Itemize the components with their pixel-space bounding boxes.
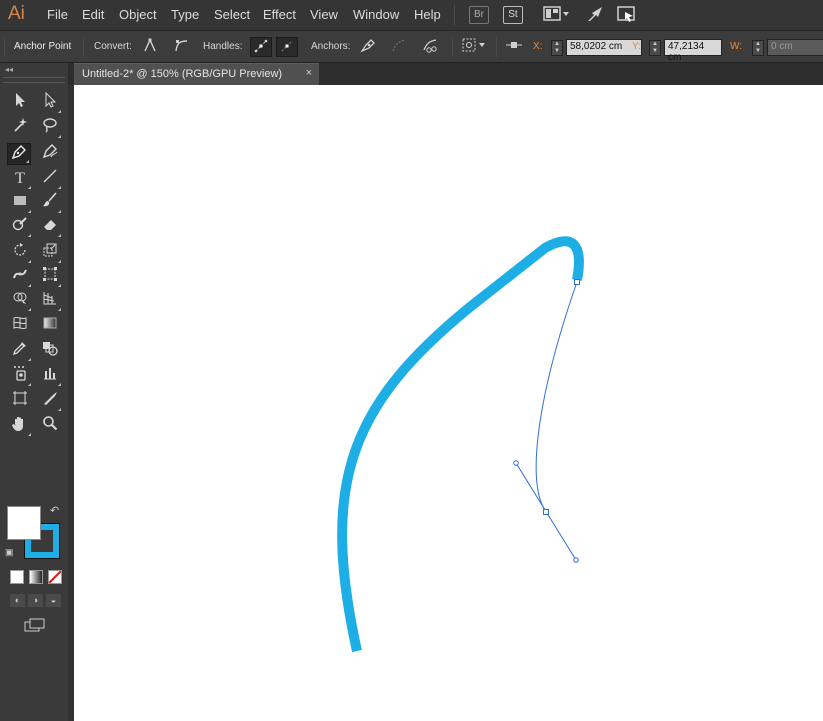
convert-to-smooth-icon[interactable] [170,37,192,57]
swap-fill-stroke-icon[interactable]: ↶ [50,504,59,517]
show-selected-anchors-icon[interactable] [357,37,379,57]
w-label: W: [730,41,743,52]
eyedropper-tool-icon[interactable] [8,340,32,362]
magic-wand-tool-icon[interactable] [8,117,32,139]
zoom-tool-icon[interactable] [38,415,62,437]
selected-path-segment [535,281,578,513]
menu-separator [454,5,455,25]
hand-tool-icon[interactable] [8,415,32,437]
mesh-tool-icon[interactable] [8,315,32,337]
stock-button[interactable]: St [503,6,523,24]
artwork [337,236,584,653]
menu-window[interactable]: Window [353,7,399,22]
menu-object[interactable]: Object [119,7,157,22]
menu-select[interactable]: Select [214,7,250,22]
x-stepper[interactable]: ▲ ▼ [551,40,563,56]
control-separator [452,37,453,57]
lasso-tool-icon[interactable] [38,117,62,139]
y-label: Y: [632,41,641,52]
handles-label: Handles: [203,41,243,52]
handle-point-out [573,557,579,563]
eraser-tool-icon[interactable] [38,216,62,238]
rocket-icon[interactable] [586,5,606,27]
w-stepper[interactable]: ▲ ▼ [752,40,764,56]
anchor-point-top [574,279,580,285]
arrange-documents-icon[interactable] [617,5,639,27]
draw-inside-icon[interactable]: ◒ [46,594,61,607]
panel-grip[interactable] [3,77,65,83]
anchor-point-selected [543,509,549,515]
anchors-label: Anchors: [311,41,351,52]
artboard-canvas[interactable] [74,85,823,721]
control-bar: Anchor Point Convert: Handles: Anchors: … [0,31,823,63]
convert-label: Convert: [94,41,132,52]
perspective-grid-tool-icon[interactable] [38,290,62,312]
menu-view[interactable]: View [310,7,338,22]
y-coordinate-field[interactable]: 47,2134 cm [664,39,722,63]
curvature-tool-icon[interactable] [38,143,62,165]
draw-normal-icon[interactable]: ◐ [10,594,25,607]
artboard-tool-icon[interactable] [8,390,32,412]
x-label: X: [533,41,543,52]
menu-type[interactable]: Type [171,7,199,22]
y-stepper[interactable]: ▲ ▼ [649,40,661,56]
cut-path-icon[interactable] [419,37,441,57]
convert-to-corner-icon[interactable] [139,37,161,57]
fill-swatch[interactable] [7,506,41,540]
app-logo: Ai [8,3,25,24]
menu-effect[interactable]: Effect [263,7,296,22]
color-mode-button[interactable] [10,570,24,584]
selection-type-label: Anchor Point [14,41,72,52]
rotate-tool-icon[interactable] [8,242,32,264]
symbol-sprayer-tool-icon[interactable] [8,365,32,387]
rectangle-tool-icon[interactable] [8,192,32,214]
menu-bar: Ai File Edit Object Type Select Effect V… [0,0,823,31]
document-tab-strip: Untitled-2* @ 150% (RGB/GPU Preview) × [0,63,823,85]
menu-file[interactable]: File [47,7,68,22]
line-segment-tool-icon[interactable] [38,168,62,190]
handle-point-in [513,460,519,466]
control-separator [496,37,497,57]
draw-behind-icon[interactable]: ◑ [28,594,43,607]
pen-tool-icon[interactable] [7,143,31,165]
show-handles-icon[interactable] [250,37,272,57]
remove-anchors-icon[interactable] [388,37,410,57]
collapse-panel-icon[interactable]: ◂◂ [5,65,13,74]
slice-tool-icon[interactable] [38,390,62,412]
width-tool-icon[interactable] [8,266,32,288]
free-transform-tool-icon[interactable] [38,266,62,288]
isolate-selected-icon[interactable] [460,37,490,57]
shaper-tool-icon[interactable] [8,216,32,238]
width-field[interactable]: 0 cm [767,39,823,56]
paintbrush-tool-icon[interactable] [38,192,62,214]
default-fill-stroke-icon[interactable]: ▣ [5,547,14,558]
none-mode-button[interactable] [48,570,62,584]
align-to-icon[interactable] [503,37,525,57]
selection-tool-icon[interactable] [8,92,32,114]
x-coordinate-field[interactable]: 58,0202 cm [566,39,642,56]
blend-tool-icon[interactable] [38,340,62,362]
hide-handles-icon[interactable] [276,37,298,57]
type-tool-icon[interactable]: T [8,168,32,190]
shape-builder-tool-icon[interactable] [8,290,32,312]
blue-stroked-path [337,236,584,653]
tools-panel: ◂◂ T ↶ ▣ ◐ ◑ ◒ [0,63,68,721]
scale-tool-icon[interactable] [38,242,62,264]
bridge-button[interactable]: Br [469,6,489,24]
workspace-layout-icon[interactable] [543,5,571,27]
control-separator [83,37,84,57]
gradient-mode-button[interactable] [29,570,43,584]
document-tab-title: Untitled-2* @ 150% (RGB/GPU Preview) [82,68,283,80]
direct-selection-tool-icon[interactable] [38,91,62,114]
column-graph-tool-icon[interactable] [38,365,62,387]
close-tab-icon[interactable]: × [306,67,312,79]
menu-help[interactable]: Help [414,7,441,22]
gradient-tool-icon[interactable] [38,315,62,337]
document-tab[interactable]: Untitled-2* @ 150% (RGB/GPU Preview) × [74,63,319,85]
control-bar-grip [4,37,5,57]
screen-mode-icon[interactable] [24,618,46,635]
menu-edit[interactable]: Edit [82,7,104,22]
